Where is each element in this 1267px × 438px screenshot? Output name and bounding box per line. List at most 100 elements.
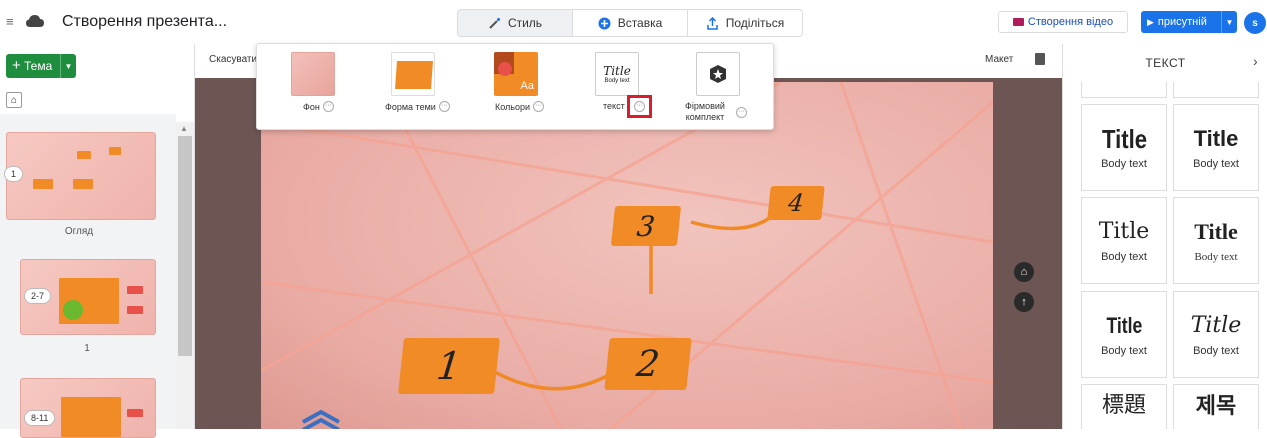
tab-insert[interactable]: Вставка — [573, 10, 688, 36]
layout-icon[interactable] — [1035, 53, 1045, 65]
mode-tabs: Стиль Вставка Поділіться — [457, 9, 803, 37]
scrollbar-thumb[interactable] — [178, 136, 192, 356]
more-icon[interactable]: ··· — [438, 101, 450, 112]
theme-shape-label: Форма теми — [385, 101, 436, 112]
brand-kit-label: Фірмовий комплект — [685, 101, 725, 122]
more-icon[interactable]: ··· — [736, 106, 747, 118]
logo-chevron-icon — [302, 409, 340, 429]
number-box-1[interactable]: 1 — [398, 338, 500, 394]
text-label: текст — [603, 101, 625, 111]
more-icon[interactable]: ··· — [322, 101, 334, 112]
card-body: Body text — [1101, 157, 1147, 170]
card-title: Title — [1106, 312, 1142, 338]
record-video-button[interactable]: Створення відео — [998, 11, 1128, 33]
apple-image — [63, 300, 83, 320]
text-sample-title: Title — [603, 64, 631, 78]
magic-wand-icon — [489, 17, 500, 29]
tab-style[interactable]: Стиль — [458, 10, 573, 36]
slide-thumbnail-3[interactable] — [20, 378, 156, 438]
text-sample-body: Body text — [604, 78, 630, 84]
card-body: Body text — [1101, 250, 1147, 263]
number-box-label: 4 — [786, 189, 806, 217]
present-dropdown-icon[interactable]: ▼ — [1221, 11, 1237, 33]
brand-kit-option[interactable]: Фірмовий комплект ··· — [677, 101, 769, 123]
slide-thumbnail-1[interactable] — [6, 132, 156, 220]
more-icon[interactable]: ··· — [634, 101, 645, 112]
mini-box — [73, 179, 93, 189]
card-body: Body text — [1193, 157, 1239, 170]
text-style-card[interactable]: Title Body text — [1173, 104, 1259, 191]
card-title: 제목 — [1195, 393, 1237, 418]
tab-insert-label: Вставка — [617, 16, 663, 30]
card-title: Title — [1194, 218, 1238, 244]
play-icon: ▶ — [1147, 16, 1154, 27]
text-style-card[interactable]: Title Body text — [1081, 291, 1167, 378]
number-box-label: 1 — [434, 344, 464, 388]
style-options-panel: Фон ··· Форма теми ··· Aa Кольори ··· Ti… — [256, 43, 774, 130]
background-option[interactable]: Фон ··· — [303, 101, 334, 112]
mini-box — [109, 147, 121, 155]
home-nav-icon[interactable]: ⌂ — [1014, 262, 1034, 282]
shape-thumbnail[interactable] — [391, 52, 435, 96]
number-box-3[interactable]: 3 — [610, 206, 682, 246]
text-style-card[interactable]: 제목 — [1173, 384, 1259, 429]
text-style-card-selected[interactable]: Title Body text — [1173, 291, 1259, 378]
mini-box — [61, 397, 121, 437]
slide-number-badge: 1 — [4, 166, 24, 182]
slide-number-badge: 2-7 — [24, 288, 52, 304]
more-icon[interactable]: ··· — [533, 101, 545, 112]
document-title[interactable]: Створення презента... — [62, 13, 227, 31]
number-box-4[interactable]: 4 — [767, 186, 825, 220]
text-style-card[interactable]: Title Body text — [1081, 197, 1167, 284]
mini-box — [127, 409, 143, 417]
card-body: Body text — [1194, 250, 1238, 263]
slide-caption: Огляд — [64, 226, 94, 237]
present-label: присутній — [1157, 16, 1207, 28]
text-option[interactable]: текст — [603, 101, 625, 111]
record-video-label: Створення відео — [1027, 16, 1114, 28]
text-styles-panel: ТЕКСТ › Title Body text Title Body text … — [1062, 44, 1267, 429]
text-style-card[interactable] — [1081, 82, 1167, 98]
mini-box — [33, 179, 53, 189]
background-thumbnail[interactable] — [291, 52, 335, 96]
text-style-card[interactable]: Title Body text — [1081, 104, 1167, 191]
colors-option[interactable]: Кольори ··· — [495, 101, 545, 112]
mini-box — [127, 306, 143, 314]
back-nav-icon[interactable]: ↑ — [1014, 292, 1034, 312]
card-title: Title — [1101, 123, 1147, 154]
theme-shape-option[interactable]: Форма теми ··· — [385, 101, 450, 112]
layout-button[interactable]: Макет — [985, 54, 1013, 65]
colors-thumbnail[interactable]: Aa — [494, 52, 538, 96]
brand-kit-thumbnail[interactable] — [696, 52, 740, 96]
number-box-label: 2 — [634, 343, 662, 385]
menu-icon[interactable]: ≡ — [6, 14, 14, 29]
cancel-button[interactable]: Скасувати — [209, 54, 257, 65]
tab-style-label: Стиль — [507, 16, 543, 30]
brand-kit-icon — [710, 65, 726, 83]
card-title: Title — [1193, 125, 1239, 151]
card-body: Body text — [1101, 344, 1147, 357]
close-icon[interactable]: › — [1253, 53, 1258, 69]
number-box-2[interactable]: 2 — [604, 338, 692, 390]
slide-caption: 1 — [84, 343, 90, 354]
scroll-up-icon[interactable]: ▲ — [180, 124, 188, 133]
chevron-down-icon[interactable]: ▼ — [60, 54, 76, 78]
present-button[interactable]: ▶ присутній ▼ — [1141, 11, 1237, 33]
tab-share[interactable]: Поділіться — [688, 10, 802, 36]
home-icon[interactable]: ⌂ — [6, 92, 22, 108]
card-title: Title — [1190, 312, 1242, 338]
avatar[interactable]: s — [1244, 12, 1266, 34]
card-title: 標題 — [1101, 393, 1146, 418]
plus-circle-icon — [598, 17, 611, 29]
slide-sidebar: + Тема ▼ ⌂ 1 Огляд 2-7 1 8-11 ▲ — [0, 44, 195, 438]
text-style-card[interactable] — [1173, 82, 1259, 98]
text-more-highlight[interactable]: ··· — [627, 95, 652, 118]
cloud-icon — [26, 15, 44, 27]
text-style-thumbnail[interactable]: Title Body text — [595, 52, 639, 96]
card-title: Title — [1098, 218, 1150, 244]
text-style-card[interactable]: 標題 — [1081, 384, 1167, 429]
theme-button[interactable]: + Тема ▼ — [6, 54, 76, 78]
slide-canvas[interactable]: 1 2 3 4 — [261, 82, 993, 429]
text-style-card[interactable]: Title Body text — [1173, 197, 1259, 284]
slide-number-badge: 8-11 — [24, 410, 56, 426]
